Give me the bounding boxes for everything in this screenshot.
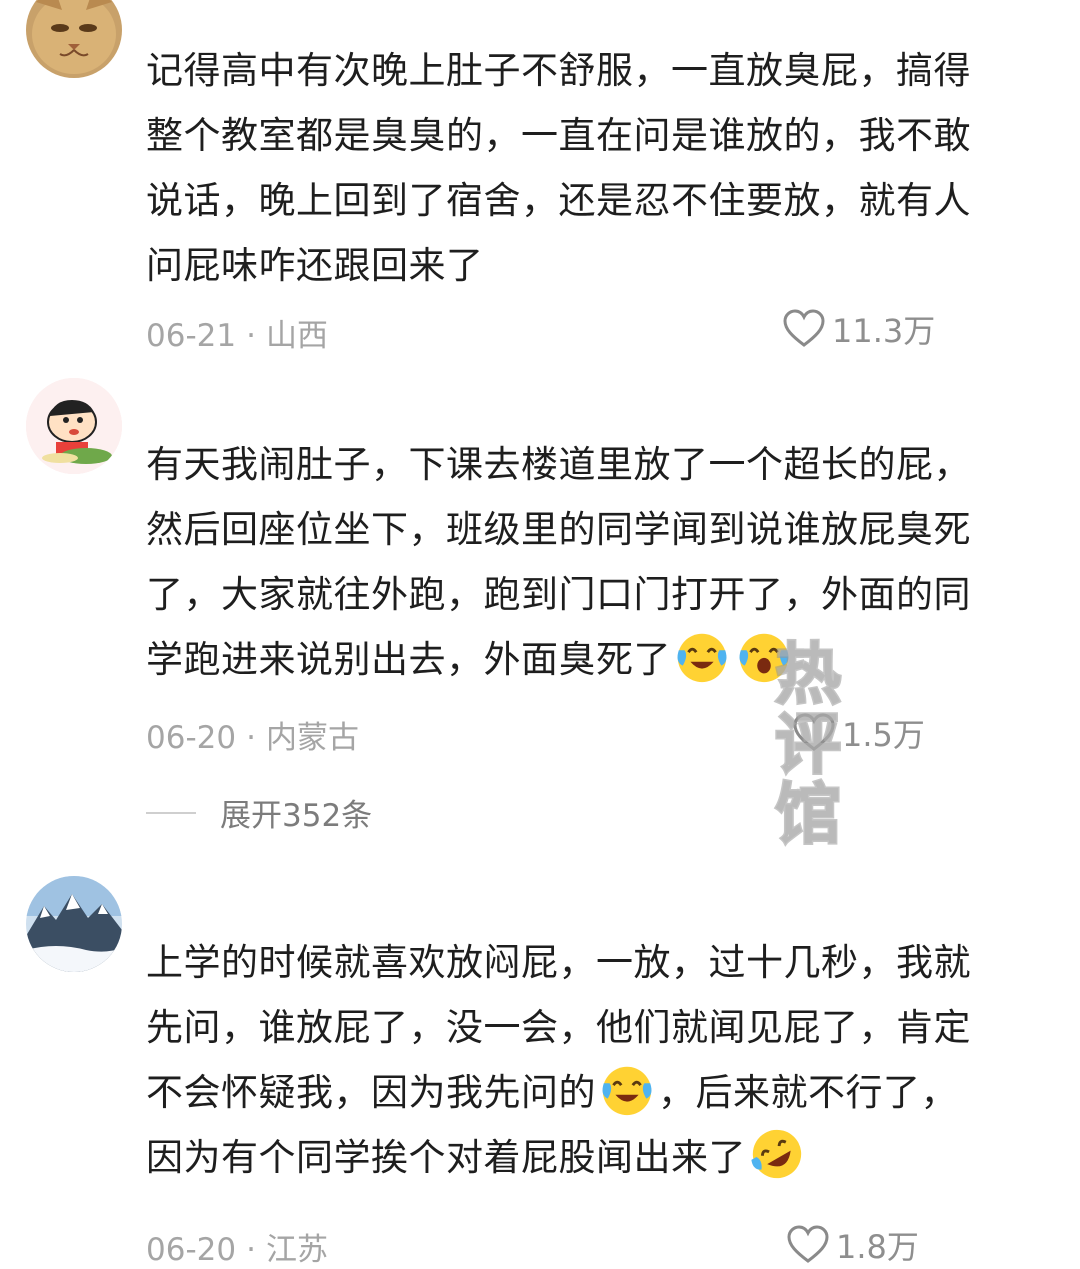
avatar[interactable] xyxy=(26,0,122,78)
comment-line: 有天我闹肚子，下课去楼道里放了一个超长的屁， xyxy=(146,443,971,486)
like-count: 11.3万 xyxy=(832,312,936,350)
comment-text: 有天我闹肚子，下课去楼道里放了一个超长的屁， 然后回座位坐下，班级里的同学闻到说… xyxy=(146,432,1046,692)
expand-replies-label: 展开352条 xyxy=(220,798,373,834)
heart-outline-icon xyxy=(787,1225,829,1263)
comment-line: 然后回座位坐下，班级里的同学闻到说谁放屁臭死 xyxy=(146,508,971,551)
comment-location: 山西 xyxy=(265,318,328,354)
avatar[interactable] xyxy=(26,378,122,474)
comment-line: 整个教室都是臭臭的，一直在问是谁放的，我不敢 xyxy=(146,114,971,157)
comment-line-text: 因为有个同学挨个对着屁股闻出来了 xyxy=(146,1136,746,1179)
heart-outline-icon xyxy=(783,309,825,347)
rolling-laughing-emoji xyxy=(751,1129,802,1178)
comment-line: 记得高中有次晚上肚子不舒服，一直放臭屁，搞得 xyxy=(146,49,971,92)
divider xyxy=(146,811,196,814)
comment-meta: 06-21 · 山西 xyxy=(146,310,328,355)
comment-line: 了，大家就往外跑，跑到门口门打开了，外面的同 xyxy=(146,573,971,616)
comment-text: 记得高中有次晚上肚子不舒服，一直放臭屁，搞得 整个教室都是臭臭的，一直在问是谁放… xyxy=(146,38,1046,298)
like-count: 1.8万 xyxy=(836,1228,919,1266)
separator: · xyxy=(246,1232,256,1268)
like-count: 1.5万 xyxy=(842,716,925,754)
comment-line: 学跑进来说别出去，外面臭死了 xyxy=(146,627,1046,692)
crying-laughing-emoji xyxy=(677,633,727,682)
comment-location: 江苏 xyxy=(265,1232,328,1268)
crying-laughing-emoji xyxy=(602,1066,652,1115)
avatar[interactable] xyxy=(26,876,122,972)
comment-line: 说话，晚上回到了宿舍，还是忍不住要放，就有人 xyxy=(146,179,971,222)
comment-text: 上学的时候就喜欢放闷屁，一放，过十几秒，我就 先问，谁放屁了，没一会，他们就闻见… xyxy=(146,930,1046,1190)
like-button[interactable]: 1.8万 xyxy=(786,1222,919,1268)
comment-line: 因为有个同学挨个对着屁股闻出来了 xyxy=(146,1125,1046,1190)
comment-date: 06-20 xyxy=(146,720,237,756)
separator: · xyxy=(246,720,256,756)
comment-line: 先问，谁放屁了，没一会，他们就闻见屁了，肯定 xyxy=(146,1006,971,1049)
comment-meta: 06-20 · 内蒙古 xyxy=(146,712,359,757)
watermark-char: 热 xyxy=(774,636,843,713)
comment-line: 问屁味咋还跟回来了 xyxy=(146,244,484,287)
comment-meta: 06-20 · 江苏 xyxy=(146,1224,328,1269)
comment-line: 上学的时候就喜欢放闷屁，一放，过十几秒，我就 xyxy=(146,941,971,984)
watermark-char: 馆 xyxy=(774,776,843,853)
comment-line-text: 学跑进来说别出去，外面臭死了 xyxy=(146,638,671,681)
comment-line-text: 不会怀疑我，因为我先问的 xyxy=(146,1071,596,1114)
comment-location: 内蒙古 xyxy=(265,720,359,756)
watermark-char: 评 xyxy=(774,706,843,783)
like-button[interactable]: 11.3万 xyxy=(782,306,935,352)
comment-line: 不会怀疑我，因为我先问的 ，后来就不行了， xyxy=(146,1060,1046,1125)
watermark: 热 评 馆 xyxy=(770,636,846,853)
comment-line-text: ，后来就不行了， xyxy=(658,1071,958,1114)
expand-replies-button[interactable]: 展开352条 xyxy=(146,790,372,835)
comment-date: 06-21 xyxy=(146,318,237,354)
comment-date: 06-20 xyxy=(146,1232,237,1268)
separator: · xyxy=(246,318,256,354)
